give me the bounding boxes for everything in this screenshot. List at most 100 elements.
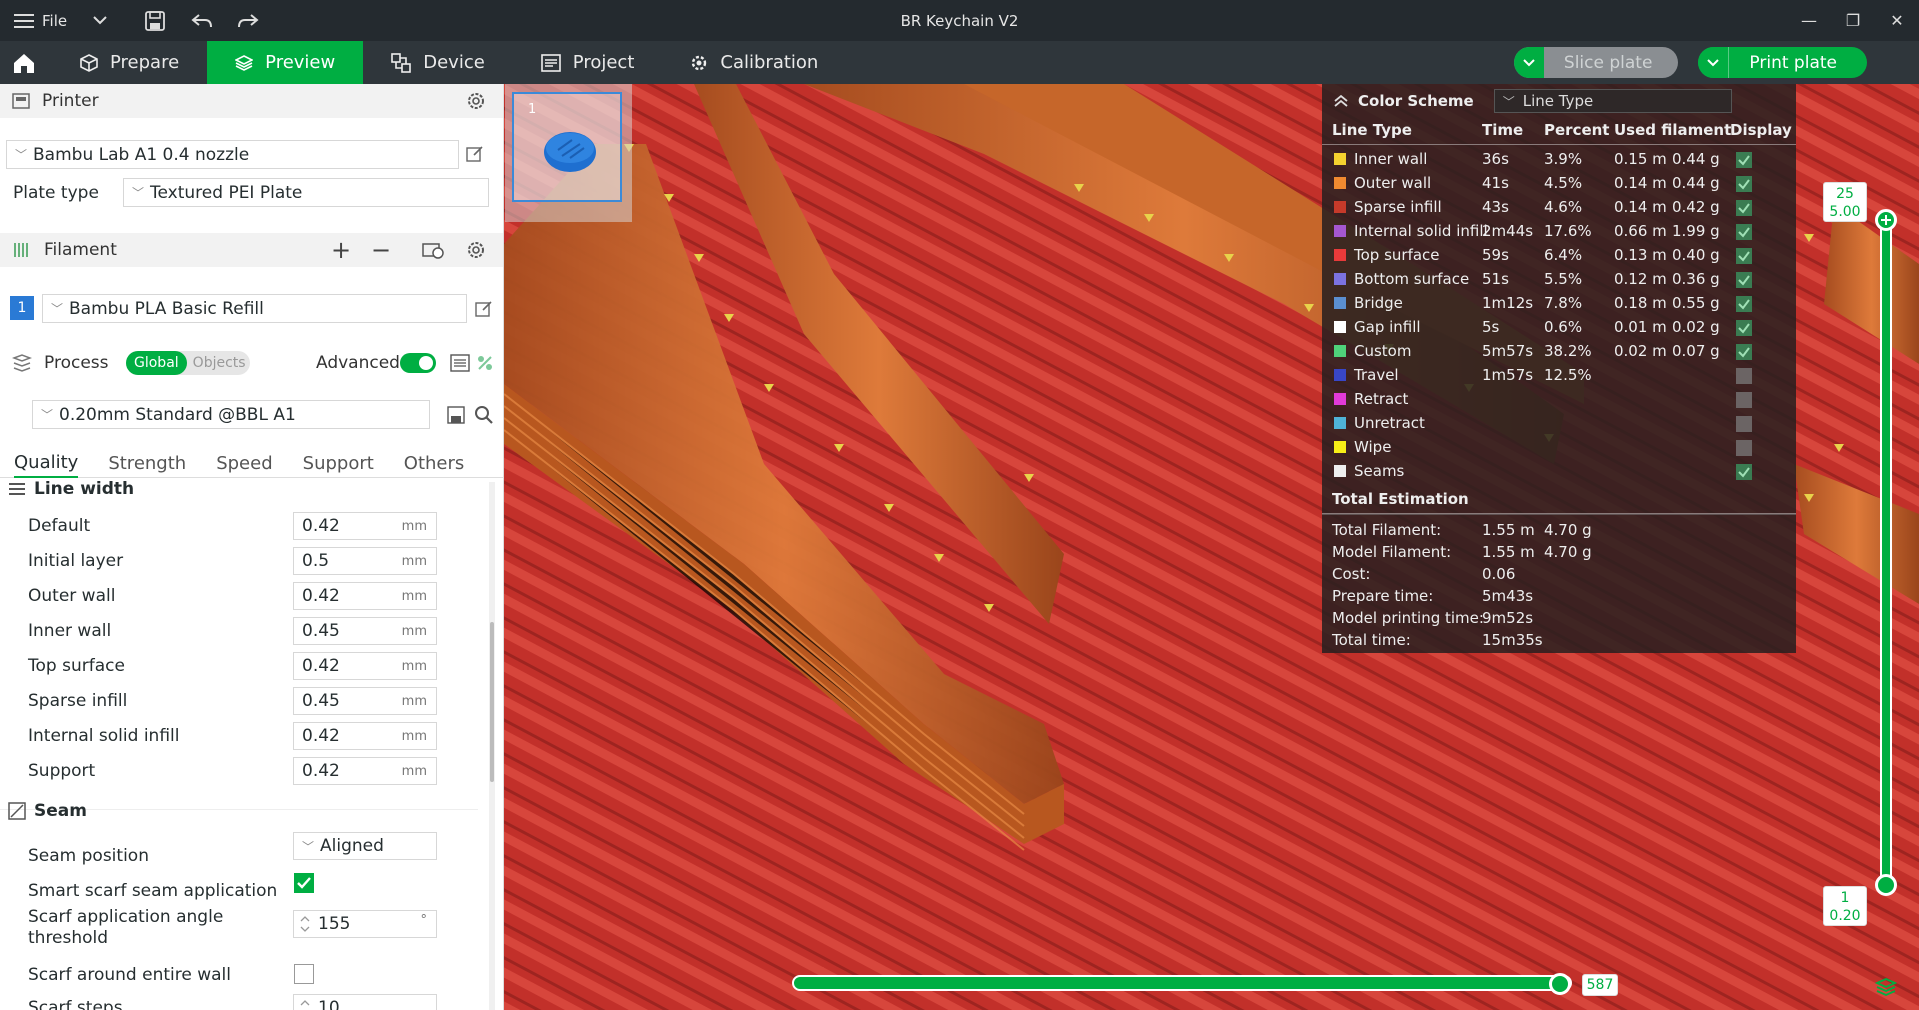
plate-type-select[interactable]: ﹀ Textured PEI Plate [123, 178, 489, 207]
top-surface-line-width-input[interactable]: 0.42 mm [293, 652, 437, 680]
scarf-steps-input[interactable]: 10 [293, 994, 437, 1010]
restore-icon[interactable]: ❐ [1831, 0, 1875, 41]
chevron-down-icon[interactable] [93, 0, 107, 41]
global-objects-toggle[interactable]: Global Objects [126, 351, 250, 375]
chevron-down-icon[interactable] [1698, 47, 1729, 78]
plate-thumbnail[interactable]: 1 [512, 92, 622, 202]
process-preset-select[interactable]: ﹀ 0.20mm Standard @BBL A1 [32, 400, 430, 429]
spin-arrows-icon[interactable] [300, 915, 310, 933]
legend-display-checkbox[interactable] [1736, 320, 1752, 336]
sparse-infill-line-width-input[interactable]: 0.45 mm [293, 687, 437, 715]
edit-icon[interactable] [466, 145, 484, 163]
legend-percent: 4.5% [1544, 174, 1583, 192]
global-toggle[interactable]: Global [126, 351, 187, 375]
layer-slider[interactable] [1880, 220, 1892, 886]
legend-type-name: Outer wall [1354, 174, 1432, 192]
default-line-width-input[interactable]: 0.42 mm [293, 512, 437, 540]
chevron-down-icon[interactable] [1513, 47, 1544, 78]
legend-display-checkbox[interactable] [1736, 440, 1752, 456]
add-filament-icon[interactable]: + [331, 236, 351, 264]
seam-position-select[interactable]: ﹀ Aligned [293, 832, 437, 860]
legend-display-checkbox[interactable] [1736, 200, 1752, 216]
color-scheme-select[interactable]: ﹀ Line Type [1493, 89, 1732, 113]
legend-used-grams: 0.07 g [1672, 342, 1720, 360]
legend-display-checkbox[interactable] [1736, 248, 1752, 264]
scarf-angle-input[interactable]: 155 ° [293, 910, 437, 938]
legend-color-swatch [1334, 393, 1346, 405]
estimation-label: Model printing time: [1332, 609, 1484, 627]
filament-select[interactable]: ﹀ Bambu PLA Basic Refill [42, 294, 467, 323]
close-icon[interactable]: ✕ [1875, 0, 1919, 41]
home-button[interactable] [0, 41, 48, 84]
list-view-icon[interactable] [450, 354, 470, 372]
subtab-others[interactable]: Others [404, 448, 465, 478]
tab-calibration[interactable]: Calibration [662, 41, 846, 84]
collapse-icon[interactable] [1334, 94, 1348, 108]
minimize-icon[interactable]: — [1787, 0, 1831, 41]
objects-toggle[interactable]: Objects [187, 351, 252, 375]
legend-display-checkbox[interactable] [1736, 368, 1752, 384]
legend-type-name: Gap infill [1354, 318, 1421, 336]
tab-prepare[interactable]: Prepare [48, 41, 207, 84]
search-icon[interactable] [474, 405, 494, 425]
filament-sync-icon[interactable] [422, 240, 444, 260]
legend-display-checkbox[interactable] [1736, 392, 1752, 408]
internal-solid-infill-line-width-input[interactable]: 0.42 mm [293, 722, 437, 750]
seam-group-header: Seam [8, 801, 87, 821]
file-menu[interactable]: File [42, 12, 67, 30]
move-slider-handle[interactable] [1549, 973, 1571, 995]
tab-device[interactable]: Device [363, 41, 513, 84]
save-icon[interactable] [145, 0, 166, 41]
compare-icon[interactable] [476, 354, 494, 372]
outer-wall-line-width-input[interactable]: 0.42 mm [293, 582, 437, 610]
legend-display-checkbox[interactable] [1736, 224, 1752, 240]
edit-icon[interactable] [475, 300, 493, 318]
legend-display-checkbox[interactable] [1736, 344, 1752, 360]
scarf-angle-label-line1: Scarf application angle [28, 907, 224, 927]
legend-display-checkbox[interactable] [1736, 296, 1752, 312]
hamburger-menu-icon[interactable] [14, 0, 34, 41]
support-line-width-input[interactable]: 0.42 mm [293, 757, 437, 785]
legend-display-checkbox[interactable] [1736, 176, 1752, 192]
legend-type-name: Custom [1354, 342, 1412, 360]
spin-arrows-icon[interactable] [300, 999, 310, 1010]
print-plate-button[interactable]: Print plate [1698, 47, 1867, 78]
gear-icon[interactable] [466, 240, 486, 260]
subtab-quality[interactable]: Quality [14, 448, 79, 478]
inner-wall-line-width-input[interactable]: 0.45 mm [293, 617, 437, 645]
smart-scarf-checkbox[interactable] [294, 873, 314, 893]
bottom-layer-handle[interactable] [1875, 874, 1897, 896]
filament-slot-badge[interactable]: 1 [10, 296, 34, 320]
legend-display-checkbox[interactable] [1736, 464, 1752, 480]
gear-icon[interactable] [466, 91, 486, 111]
legend-display-checkbox[interactable] [1736, 416, 1752, 432]
filament-icon [14, 243, 28, 257]
settings-scrollbar[interactable] [489, 482, 495, 1010]
printer-select[interactable]: ﹀ Bambu Lab A1 0.4 nozzle [6, 140, 459, 169]
subtab-support[interactable]: Support [303, 448, 374, 478]
slice-plate-button[interactable]: Slice plate [1513, 47, 1679, 78]
tab-preview[interactable]: Preview [207, 41, 364, 84]
legend-color-swatch [1334, 201, 1346, 213]
move-slider[interactable] [792, 975, 1572, 991]
subtab-speed[interactable]: Speed [216, 448, 272, 478]
scarf-around-wall-checkbox[interactable] [294, 964, 314, 984]
line-width-title: Line width [34, 479, 135, 499]
tab-project[interactable]: Project [513, 41, 663, 84]
redo-icon[interactable] [237, 0, 259, 41]
initial-layer-line-width-input[interactable]: 0.5 mm [293, 547, 437, 575]
save-icon[interactable] [447, 406, 465, 424]
remove-filament-icon[interactable]: − [371, 236, 391, 264]
filament-section-title: Filament [44, 240, 117, 260]
legend-display-checkbox[interactable] [1736, 272, 1752, 288]
undo-icon[interactable] [191, 0, 213, 41]
advanced-switch[interactable] [400, 353, 436, 373]
color-scheme-legend: Color Scheme ﹀ Line Type Line Type Time … [1322, 84, 1796, 653]
inner-wall-line-width-value: 0.45 [302, 621, 340, 641]
layers-toggle-icon[interactable] [1875, 977, 1897, 997]
unit-label: mm [401, 693, 427, 709]
top-layer-handle[interactable] [1875, 209, 1897, 231]
legend-percent: 38.2% [1544, 342, 1592, 360]
subtab-strength[interactable]: Strength [108, 448, 186, 478]
legend-display-checkbox[interactable] [1736, 152, 1752, 168]
